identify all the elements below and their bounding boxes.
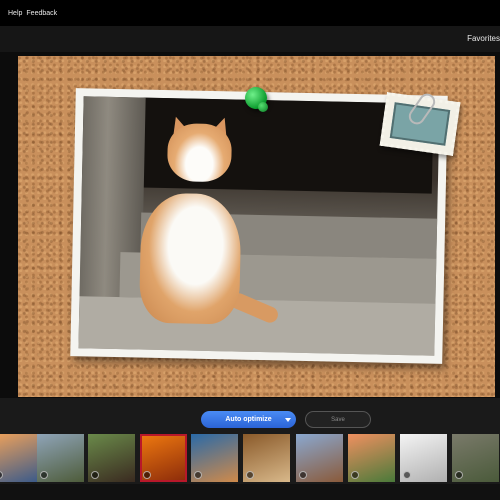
select-checkbox-icon[interactable] bbox=[0, 471, 3, 479]
menu-bar: Help Feedback bbox=[0, 0, 500, 26]
filmstrip-thumbnail[interactable] bbox=[348, 434, 395, 482]
filmstrip bbox=[0, 434, 500, 482]
filmstrip-thumbnail[interactable] bbox=[140, 434, 187, 482]
auto-optimize-label: Auto optimize bbox=[225, 416, 272, 423]
status-strip bbox=[0, 484, 500, 500]
auto-optimize-button[interactable]: Auto optimize bbox=[201, 411, 296, 428]
filmstrip-thumbnail[interactable] bbox=[452, 434, 499, 482]
select-checkbox-icon[interactable] bbox=[455, 471, 463, 479]
filmstrip-thumbnail[interactable] bbox=[37, 434, 84, 482]
select-checkbox-icon[interactable] bbox=[246, 471, 254, 479]
select-checkbox-icon[interactable] bbox=[143, 471, 151, 479]
save-button[interactable]: Save bbox=[305, 411, 371, 428]
favorites-button[interactable]: Favorites bbox=[467, 34, 500, 43]
select-checkbox-icon[interactable] bbox=[299, 471, 307, 479]
menu-help[interactable]: Help bbox=[8, 10, 22, 17]
pushpin-head-icon bbox=[258, 102, 268, 112]
filmstrip-thumbnail[interactable] bbox=[296, 434, 343, 482]
filmstrip-thumbnail[interactable] bbox=[88, 434, 135, 482]
select-checkbox-icon[interactable] bbox=[351, 471, 359, 479]
chevron-down-icon[interactable] bbox=[285, 418, 291, 422]
filmstrip-thumbnail[interactable] bbox=[0, 434, 39, 482]
cat-body bbox=[138, 192, 242, 325]
select-checkbox-icon[interactable] bbox=[40, 471, 48, 479]
menu-feedback[interactable]: Feedback bbox=[26, 10, 57, 17]
select-checkbox-icon[interactable] bbox=[91, 471, 99, 479]
select-checkbox-icon[interactable] bbox=[403, 471, 411, 479]
select-checkbox-icon[interactable] bbox=[194, 471, 202, 479]
filmstrip-thumbnail[interactable] bbox=[400, 434, 447, 482]
top-toolbar: Favorites bbox=[0, 26, 500, 52]
filmstrip-thumbnail[interactable] bbox=[243, 434, 290, 482]
cat-head bbox=[166, 123, 233, 183]
filmstrip-thumbnail[interactable] bbox=[191, 434, 238, 482]
